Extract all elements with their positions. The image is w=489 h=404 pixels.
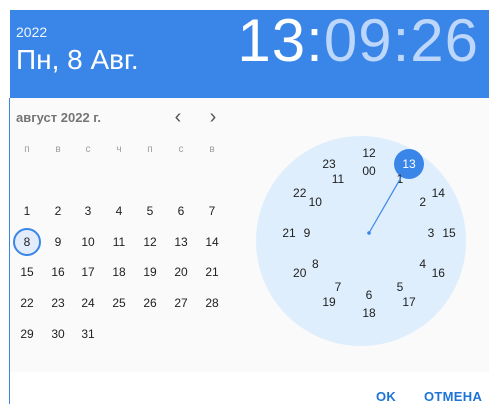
day-cell[interactable]: 3	[74, 197, 102, 225]
day-cell[interactable]: 23	[44, 289, 72, 317]
weekday-label: ч	[116, 144, 122, 155]
day-cell[interactable]: 24	[74, 289, 102, 317]
prev-month-button[interactable]: ‹	[168, 105, 188, 129]
day-cell[interactable]: 7	[198, 197, 226, 225]
time-display: 13:09:26	[237, 6, 479, 75]
clock-number[interactable]: 00	[356, 161, 382, 181]
day-cell[interactable]: 4	[105, 197, 133, 225]
cancel-button[interactable]: ОТМЕНА	[424, 389, 482, 404]
day-cell[interactable]: 25	[105, 289, 133, 317]
date-label[interactable]: Пн, 8 Авг.	[16, 44, 139, 76]
day-cell[interactable]: 6	[167, 197, 195, 225]
time-hours[interactable]: 13	[237, 7, 306, 74]
day-cell[interactable]: 1	[13, 197, 41, 225]
time-separator: :	[392, 7, 411, 74]
day-cell[interactable]: 18	[105, 258, 133, 286]
clock-number[interactable]: 2	[410, 192, 436, 212]
day-cell[interactable]: 21	[198, 258, 226, 286]
month-label: август 2022 г.	[16, 110, 102, 125]
clock-number[interactable]: 1	[387, 169, 413, 189]
weekday-label: в	[55, 144, 61, 155]
day-cell[interactable]: 5	[136, 197, 164, 225]
year-label[interactable]: 2022	[16, 24, 47, 40]
clock-number[interactable]: 11	[325, 169, 351, 189]
day-cell[interactable]: 10	[74, 228, 102, 256]
clock-number[interactable]: 12	[356, 143, 382, 163]
clock-number[interactable]: 5	[387, 277, 413, 297]
time-minutes[interactable]: 09	[324, 7, 393, 74]
clock-number[interactable]: 4	[410, 254, 436, 274]
day-cell[interactable]: 12	[136, 228, 164, 256]
day-cell[interactable]: 31	[74, 320, 102, 348]
clock-number[interactable]: 6	[356, 285, 382, 305]
ok-button[interactable]: OK	[376, 389, 396, 404]
day-cell[interactable]: 17	[74, 258, 102, 286]
clock-number[interactable]: 8	[302, 254, 328, 274]
clock-number[interactable]: 18	[356, 303, 382, 323]
day-cell[interactable]: 14	[198, 228, 226, 256]
calendar-panel: август 2022 г. ‹ › п в с ч п с в 1 2 3 4 5 6 7 8 9 10 11 1…	[10, 98, 246, 372]
day-cell[interactable]: 30	[44, 320, 72, 348]
weekday-label: в	[209, 144, 215, 155]
weekday-label: с	[85, 144, 91, 155]
clock-number[interactable]: 3	[418, 223, 444, 243]
day-cell[interactable]: 15	[13, 258, 41, 286]
day-cell[interactable]: 13	[167, 228, 195, 256]
next-month-button[interactable]: ›	[203, 105, 223, 129]
time-separator: :	[306, 7, 324, 74]
day-cell[interactable]: 27	[167, 289, 195, 317]
day-cell[interactable]: 26	[136, 289, 164, 317]
day-cell[interactable]: 2	[44, 197, 72, 225]
weekday-label: п	[24, 144, 30, 155]
day-cell[interactable]: 20	[167, 258, 195, 286]
day-cell-selected[interactable]: 8	[13, 228, 41, 256]
time-seconds[interactable]: 26	[410, 7, 479, 74]
day-cell[interactable]: 11	[105, 228, 133, 256]
day-cell[interactable]: 9	[44, 228, 72, 256]
clock-number[interactable]: 9	[294, 223, 320, 243]
weekday-label: с	[178, 144, 184, 155]
day-cell[interactable]: 19	[136, 258, 164, 286]
clock-number[interactable]: 7	[325, 277, 351, 297]
day-cell[interactable]: 22	[13, 289, 41, 317]
weekday-label: п	[147, 144, 153, 155]
day-cell[interactable]: 28	[198, 289, 226, 317]
clock-number[interactable]: 10	[302, 192, 328, 212]
day-cell[interactable]: 29	[13, 320, 41, 348]
day-cell[interactable]: 16	[44, 258, 72, 286]
